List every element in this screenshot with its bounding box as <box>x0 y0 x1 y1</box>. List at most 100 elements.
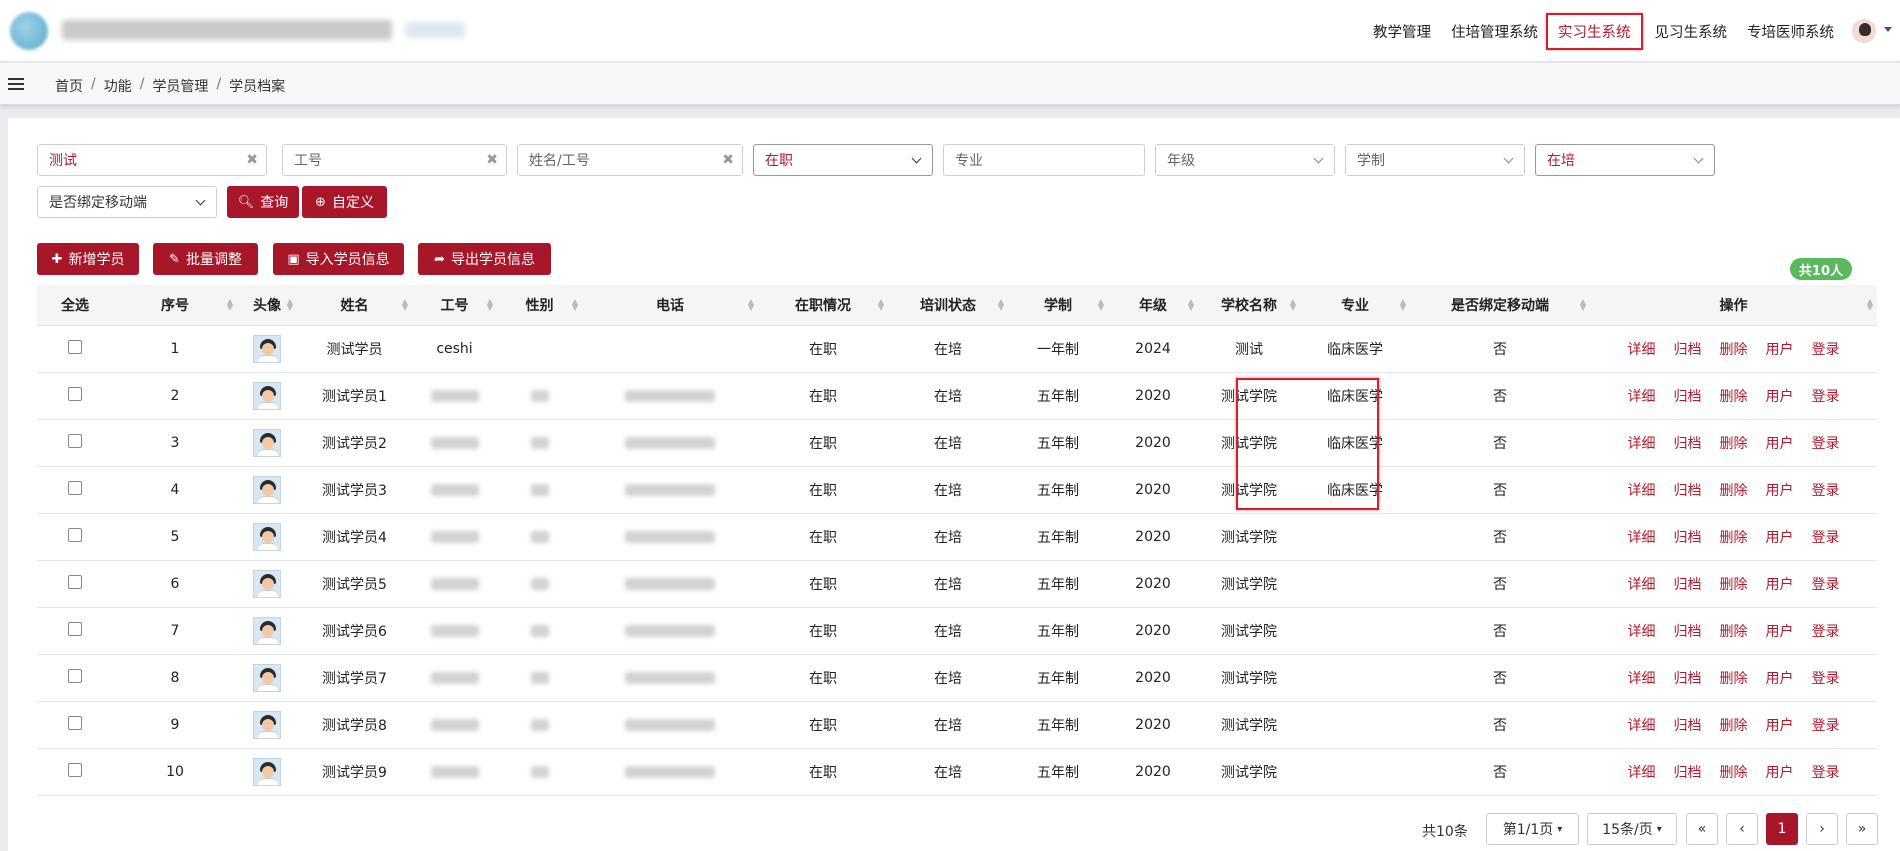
header-schooling[interactable]: 学制 ▲ ▼ <box>1008 285 1108 326</box>
caret-down-icon[interactable] <box>1884 27 1892 32</box>
op-delete-link[interactable]: 删除 <box>1720 765 1748 781</box>
row-checkbox[interactable] <box>37 701 113 749</box>
current-page-button[interactable]: 1 <box>1766 813 1798 845</box>
header-select-all[interactable]: 全选 <box>37 285 113 326</box>
op-delete-link[interactable]: 删除 <box>1720 389 1748 405</box>
header-name[interactable]: 姓名 ▲ ▼ <box>297 285 412 326</box>
row-checkbox[interactable] <box>37 560 113 608</box>
row-checkbox[interactable] <box>37 419 113 467</box>
op-archive-link[interactable]: 归档 <box>1674 389 1702 405</box>
op-user-link[interactable]: 用户 <box>1766 436 1794 452</box>
op-login-link[interactable]: 登录 <box>1812 389 1840 405</box>
row-checkbox[interactable] <box>37 748 113 796</box>
op-login-link[interactable]: 登录 <box>1812 530 1840 546</box>
schooling-select[interactable]: 学制 <box>1345 144 1525 176</box>
op-archive-link[interactable]: 归档 <box>1674 671 1702 687</box>
op-user-link[interactable]: 用户 <box>1766 671 1794 687</box>
menu-icon[interactable] <box>8 78 24 90</box>
op-delete-link[interactable]: 删除 <box>1720 530 1748 546</box>
op-detail-link[interactable]: 详细 <box>1628 671 1656 687</box>
op-login-link[interactable]: 登录 <box>1812 436 1840 452</box>
user-avatar[interactable] <box>1852 19 1876 43</box>
crumb-student-mgmt[interactable]: 学员管理 <box>152 76 208 96</box>
op-detail-link[interactable]: 详细 <box>1628 530 1656 546</box>
op-detail-link[interactable]: 详细 <box>1628 765 1656 781</box>
nav-trainee-system[interactable]: 见习生系统 <box>1655 21 1728 42</box>
op-login-link[interactable]: 登录 <box>1812 624 1840 640</box>
grade-select[interactable]: 年级 <box>1155 144 1335 176</box>
op-archive-link[interactable]: 归档 <box>1674 483 1702 499</box>
op-user-link[interactable]: 用户 <box>1766 765 1794 781</box>
op-login-link[interactable]: 登录 <box>1812 342 1840 358</box>
batch-adjust-button[interactable]: ✎ 批量调整 <box>153 243 258 275</box>
op-login-link[interactable]: 登录 <box>1812 671 1840 687</box>
op-user-link[interactable]: 用户 <box>1766 389 1794 405</box>
op-detail-link[interactable]: 详细 <box>1628 483 1656 499</box>
header-avatar[interactable]: 头像 ▲ ▼ <box>237 285 297 326</box>
op-delete-link[interactable]: 删除 <box>1720 671 1748 687</box>
op-detail-link[interactable]: 详细 <box>1628 718 1656 734</box>
row-checkbox[interactable] <box>37 513 113 561</box>
header-work-id[interactable]: 工号 ▲ ▼ <box>412 285 497 326</box>
header-major[interactable]: 专业 ▲ ▼ <box>1300 285 1410 326</box>
op-detail-link[interactable]: 详细 <box>1628 436 1656 452</box>
op-login-link[interactable]: 登录 <box>1812 483 1840 499</box>
op-archive-link[interactable]: 归档 <box>1674 718 1702 734</box>
header-phone[interactable]: 电话 ▲ ▼ <box>582 285 758 326</box>
name-or-id-input[interactable]: 姓名/工号 ✖ <box>517 144 743 176</box>
op-user-link[interactable]: 用户 <box>1766 342 1794 358</box>
header-school[interactable]: 学校名称 ▲ ▼ <box>1198 285 1300 326</box>
header-job-status[interactable]: 在职情况 ▲ ▼ <box>758 285 888 326</box>
row-checkbox[interactable] <box>37 654 113 702</box>
nav-intern-system[interactable]: 实习生系统 <box>1546 12 1643 50</box>
major-input[interactable]: 专业 <box>943 144 1145 176</box>
op-archive-link[interactable]: 归档 <box>1674 765 1702 781</box>
op-login-link[interactable]: 登录 <box>1812 577 1840 593</box>
nav-residency[interactable]: 住培管理系统 <box>1451 21 1538 42</box>
header-grade[interactable]: 年级 ▲ ▼ <box>1108 285 1198 326</box>
op-delete-link[interactable]: 删除 <box>1720 624 1748 640</box>
op-delete-link[interactable]: 删除 <box>1720 718 1748 734</box>
row-checkbox[interactable] <box>37 607 113 655</box>
nav-specialist-system[interactable]: 专培医师系统 <box>1747 21 1834 42</box>
page-select[interactable]: 第1/1页 ▾ <box>1486 813 1579 845</box>
add-student-button[interactable]: ✚ 新增学员 <box>37 243 139 275</box>
row-checkbox[interactable] <box>37 325 113 373</box>
op-detail-link[interactable]: 详细 <box>1628 342 1656 358</box>
op-user-link[interactable]: 用户 <box>1766 577 1794 593</box>
header-training-status[interactable]: 培训状态 ▲ ▼ <box>888 285 1008 326</box>
mobile-bind-select[interactable]: 是否绑定移动端 <box>37 186 217 218</box>
op-login-link[interactable]: 登录 <box>1812 718 1840 734</box>
op-delete-link[interactable]: 删除 <box>1720 483 1748 499</box>
header-mobile-bind[interactable]: 是否绑定移动端 ▲ ▼ <box>1410 285 1590 326</box>
header-no[interactable]: 序号 ▲ ▼ <box>113 285 237 326</box>
clear-icon[interactable]: ✖ <box>246 152 258 168</box>
custom-button[interactable]: ⊕ 自定义 <box>302 186 387 218</box>
op-login-link[interactable]: 登录 <box>1812 765 1840 781</box>
import-students-button[interactable]: ▣ 导入学员信息 <box>273 243 404 275</box>
prev-page-button[interactable]: ‹ <box>1726 813 1758 845</box>
job-status-select[interactable]: 在职 <box>753 144 933 176</box>
op-archive-link[interactable]: 归档 <box>1674 624 1702 640</box>
first-page-button[interactable]: « <box>1686 813 1718 845</box>
export-students-button[interactable]: ➦ 导出学员信息 <box>418 243 551 275</box>
op-delete-link[interactable]: 删除 <box>1720 342 1748 358</box>
crumb-function[interactable]: 功能 <box>104 76 132 96</box>
nav-teaching[interactable]: 教学管理 <box>1373 21 1431 42</box>
crumb-home[interactable]: 首页 <box>55 76 83 96</box>
next-page-button[interactable]: › <box>1806 813 1838 845</box>
op-detail-link[interactable]: 详细 <box>1628 624 1656 640</box>
op-user-link[interactable]: 用户 <box>1766 718 1794 734</box>
name-filter-input[interactable]: 测试 ✖ <box>37 144 267 176</box>
op-user-link[interactable]: 用户 <box>1766 530 1794 546</box>
row-checkbox[interactable] <box>37 466 113 514</box>
op-delete-link[interactable]: 删除 <box>1720 436 1748 452</box>
clear-icon[interactable]: ✖ <box>722 152 734 168</box>
work-id-input[interactable]: 工号 ✖ <box>282 144 507 176</box>
query-button[interactable]: 🔍︎ 查询 <box>227 186 299 218</box>
op-delete-link[interactable]: 删除 <box>1720 577 1748 593</box>
header-gender[interactable]: 性别 ▲ ▼ <box>497 285 582 326</box>
clear-icon[interactable]: ✖ <box>486 152 498 168</box>
training-status-select[interactable]: 在培 <box>1535 144 1715 176</box>
last-page-button[interactable]: » <box>1846 813 1878 845</box>
